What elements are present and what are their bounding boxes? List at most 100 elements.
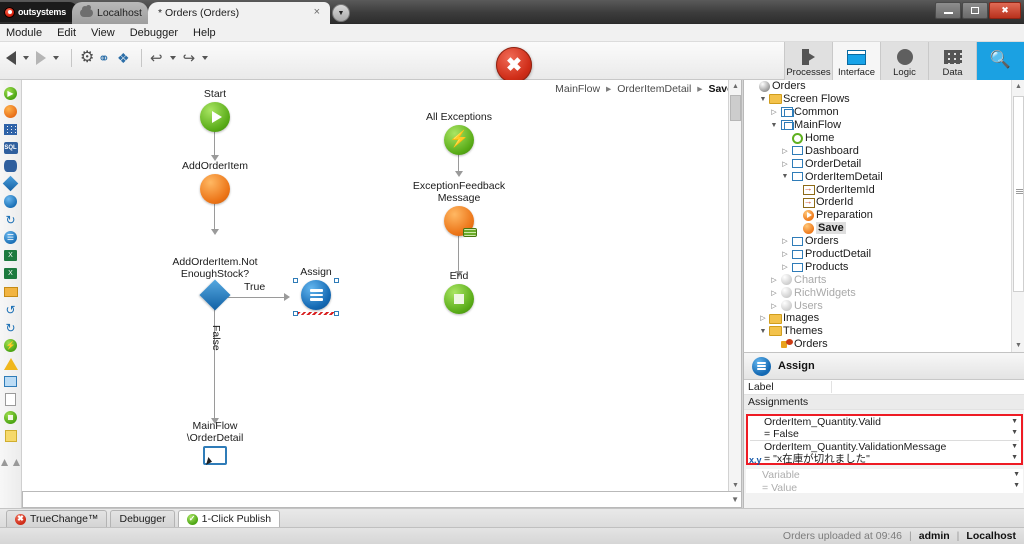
canvas-horizontal-scrollbar[interactable]: ▼ <box>22 492 742 508</box>
breadcrumb-orderitemdetail[interactable]: OrderItemDetail <box>617 83 691 95</box>
start-icon[interactable]: ▶ <box>3 86 18 101</box>
end-icon[interactable] <box>3 410 18 425</box>
section-data[interactable]: Data <box>928 42 976 80</box>
tree-item-productdetail[interactable]: ▷ ProductDetail <box>744 248 1024 261</box>
tree-scroll-down-icon[interactable]: ▼ <box>1012 339 1024 352</box>
properties-panel[interactable]: Assign Label Assignments OrderItem_Quant… <box>743 352 1024 520</box>
undo-icon[interactable]: ↩ <box>150 51 163 66</box>
maximize-button[interactable] <box>962 2 988 19</box>
raise-exception-icon[interactable] <box>3 356 18 371</box>
menu-item-help[interactable]: Help <box>193 27 216 39</box>
chevron-down-icon-a1b[interactable]: ▼ <box>1011 429 1018 436</box>
merge-icon[interactable]: ⚭ <box>98 50 114 66</box>
chevron-down-icon-a3[interactable]: ▼ <box>1013 471 1020 478</box>
assignment-value-2[interactable]: "x在庫が切れました" <box>773 453 870 465</box>
collapse-icon[interactable]: ▼ <box>780 173 790 180</box>
flow-node-start[interactable]: Start <box>184 88 246 132</box>
minimize-button[interactable] <box>935 2 961 19</box>
expand-icon[interactable]: ▷ <box>780 237 790 245</box>
environment-tab-localhost[interactable]: Localhost <box>72 2 148 24</box>
assignment-value-1[interactable]: False <box>773 428 799 440</box>
tree-item-mainflow[interactable]: ▼ MainFlow <box>744 119 1024 132</box>
tree-item-orders[interactable]: Orders <box>744 80 1024 93</box>
expand-icon[interactable]: ▷ <box>769 302 779 310</box>
breadcrumb-mainflow[interactable]: MainFlow <box>555 83 600 95</box>
tab-debugger[interactable]: Debugger <box>110 510 175 527</box>
chevron-down-icon-a2b[interactable]: ▼ <box>1011 454 1018 461</box>
tree-item-orders[interactable]: Orders <box>744 338 1024 351</box>
flow-canvas[interactable]: MainFlow ▸ OrderItemDetail ▸ Save True F… <box>22 80 742 492</box>
resize-handle-bottom-right[interactable] <box>334 311 339 316</box>
outsystems-logo-tab[interactable]: outsystems <box>0 2 78 22</box>
expand-icon[interactable]: ▷ <box>758 314 768 322</box>
menu-item-edit[interactable]: Edit <box>57 27 76 39</box>
excel-export-icon[interactable]: X <box>3 248 18 263</box>
gear-icon[interactable] <box>80 51 95 66</box>
back-icon[interactable] <box>6 51 16 65</box>
action-icon[interactable] <box>3 104 18 119</box>
expand-icon[interactable]: ▷ <box>780 263 790 271</box>
expand-icon[interactable]: ▷ <box>769 276 779 284</box>
assignment-value-placeholder[interactable]: Value <box>771 482 797 494</box>
menu-item-module[interactable]: Module <box>6 27 42 39</box>
flow-node-destination-orderdetail[interactable]: MainFlow \OrderDetail <box>170 420 260 465</box>
redo-icon[interactable]: ↪ <box>183 51 196 66</box>
tree-item-preparation[interactable]: Preparation <box>744 209 1024 222</box>
close-button[interactable]: ✖ <box>989 2 1021 19</box>
comment-icon[interactable] <box>3 428 18 443</box>
flow-node-end[interactable]: End <box>432 270 486 314</box>
menu-item-debugger[interactable]: Debugger <box>130 27 178 39</box>
tree-item-products[interactable]: ▷ Products <box>744 260 1024 273</box>
ajax-refresh-icon[interactable]: ↻ <box>3 320 18 335</box>
collapse-icon[interactable]: ▼ <box>769 122 779 129</box>
exception-handler-icon[interactable]: ⚡ <box>3 338 18 353</box>
assignment-variable-placeholder[interactable]: Variable <box>762 469 1023 482</box>
resize-handle-top-right[interactable] <box>334 278 339 283</box>
property-row-label[interactable]: Label <box>744 380 1024 395</box>
assignment-row-1[interactable]: OrderItem_Quantity.Valid = False ▼ ▼ <box>748 416 1021 440</box>
flow-node-exception-feedback-message[interactable]: ExceptionFeedback Message <box>404 180 514 237</box>
scroll-up-icon[interactable]: ▲ <box>729 80 741 93</box>
assignment-value-2-wrap[interactable]: = "x在庫が切れました" <box>764 454 1021 465</box>
tree-item-orderitemid[interactable]: OrderItemId <box>744 183 1024 196</box>
assignment-row-empty[interactable]: Variable = Value ▼ ▼ <box>746 469 1023 495</box>
tree-item-screen-flows[interactable]: ▼ Screen Flows <box>744 93 1024 106</box>
error-indicator-icon[interactable]: ✖ <box>496 47 532 83</box>
menu-item-view[interactable]: View <box>91 27 115 39</box>
tree-item-richwidgets[interactable]: ▷ RichWidgets <box>744 286 1024 299</box>
switch-icon[interactable] <box>3 194 18 209</box>
collapse-icon[interactable]: ▲▲ <box>0 454 22 469</box>
tree-item-orderdetail[interactable]: ▷ OrderDetail <box>744 157 1024 170</box>
module-tab-orders[interactable]: * Orders (Orders) × <box>148 2 330 24</box>
assignment-variable-1[interactable]: OrderItem_Quantity.Valid <box>764 416 1021 429</box>
tree-item-home[interactable]: Home <box>744 132 1024 145</box>
tree-item-themes[interactable]: ▼ Themes <box>744 325 1024 338</box>
close-icon[interactable]: × <box>314 6 320 18</box>
canvas-vertical-scrollbar[interactable]: ▲ ▼ <box>728 80 741 491</box>
tree-item-save[interactable]: Save <box>744 222 1024 235</box>
tree-item-orderitemdetail[interactable]: ▼ OrderItemDetail <box>744 170 1024 183</box>
forward-dropdown-icon[interactable] <box>53 56 59 60</box>
flow-node-all-exceptions[interactable]: All Exceptions ⚡ <box>418 111 500 155</box>
tree-vertical-scrollbar[interactable]: ▲ ▼ <box>1011 80 1024 352</box>
chevron-down-icon-a3b[interactable]: ▼ <box>1013 482 1020 489</box>
resize-handle-top-left[interactable] <box>293 278 298 283</box>
assignment-value-placeholder-wrap[interactable]: = Value <box>762 482 1023 495</box>
collapse-icon[interactable]: ▼ <box>758 328 768 335</box>
tree-item-images[interactable]: ▷ Images <box>744 312 1024 325</box>
scroll-down-icon-2[interactable]: ▼ <box>731 495 739 504</box>
forward-icon[interactable] <box>36 51 46 65</box>
scroll-thumb[interactable] <box>730 95 741 121</box>
chevron-down-icon-a2[interactable]: ▼ <box>1011 443 1018 450</box>
tree-item-dashboard[interactable]: ▷ Dashboard <box>744 144 1024 157</box>
expand-icon[interactable]: ▷ <box>769 289 779 297</box>
scroll-down-icon[interactable]: ▼ <box>729 479 741 491</box>
email-icon[interactable] <box>3 284 18 299</box>
redo-dropdown-icon[interactable] <box>202 56 209 60</box>
sql-icon[interactable]: SQL <box>3 140 18 155</box>
run-server-action-icon[interactable] <box>3 392 18 407</box>
resize-handle-bottom-left[interactable] <box>293 311 298 316</box>
expression-editor-icon[interactable]: x.y <box>749 455 762 465</box>
section-processes[interactable]: Processes <box>784 42 832 80</box>
compare-icon[interactable]: ❖ <box>117 50 133 66</box>
